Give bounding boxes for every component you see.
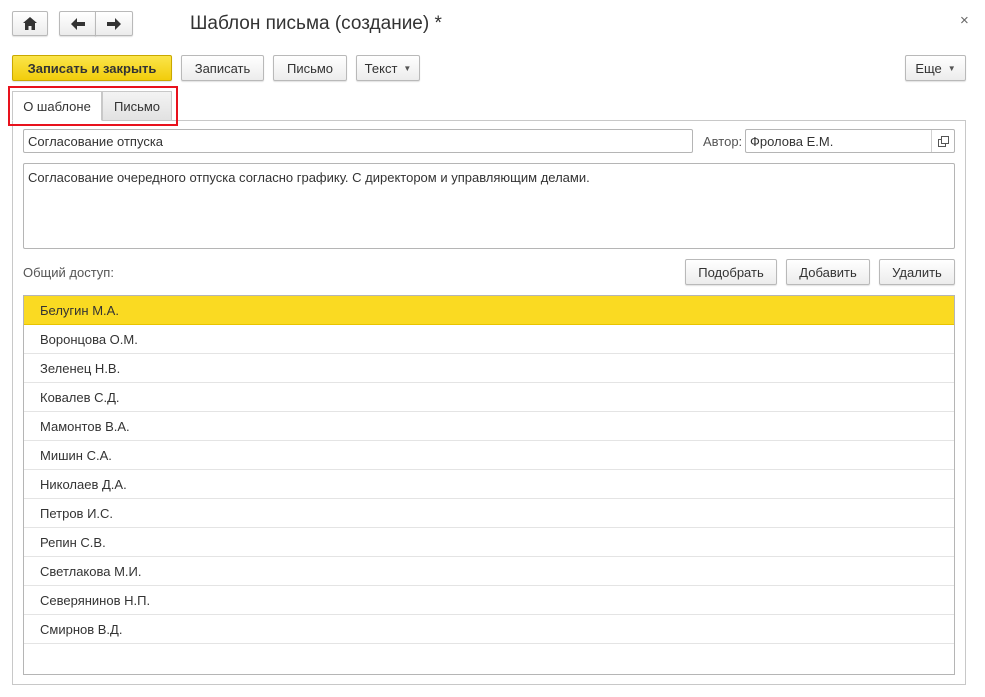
list-item[interactable]: Белугин М.А.: [24, 296, 954, 325]
more-dropdown-label: Еще: [915, 60, 942, 76]
list-item[interactable]: Зеленец Н.В.: [24, 354, 954, 383]
tab-label: О шаблоне: [23, 98, 91, 114]
shared-access-list[interactable]: Белугин М.А. Воронцова О.М. Зеленец Н.В.…: [23, 295, 955, 675]
letter-button[interactable]: Письмо: [273, 55, 347, 81]
list-item[interactable]: Ковалев С.Д.: [24, 383, 954, 412]
arrow-left-icon: [70, 17, 85, 30]
list-item[interactable]: Мишин С.А.: [24, 441, 954, 470]
description-textarea[interactable]: Согласование очередного отпуска согласно…: [23, 163, 955, 249]
back-button[interactable]: [59, 11, 96, 36]
text-dropdown-label: Текст: [364, 60, 398, 76]
list-item[interactable]: Смирнов В.Д.: [24, 615, 954, 644]
list-item[interactable]: Воронцова О.М.: [24, 325, 954, 354]
more-dropdown-button[interactable]: Еще ▼: [905, 55, 966, 81]
tab-about-template[interactable]: О шаблоне: [12, 91, 102, 121]
window-title: Шаблон письма (создание) *: [190, 13, 442, 34]
list-item[interactable]: Светлакова М.И.: [24, 557, 954, 586]
text-dropdown-button[interactable]: Текст ▼: [356, 55, 420, 81]
list-item[interactable]: Мамонтов В.А.: [24, 412, 954, 441]
pick-button[interactable]: Подобрать: [685, 259, 777, 285]
add-button[interactable]: Добавить: [786, 259, 870, 285]
open-icon[interactable]: [931, 130, 954, 152]
tab-label: Письмо: [113, 98, 161, 114]
home-button[interactable]: [12, 11, 48, 36]
list-item[interactable]: Репин С.В.: [24, 528, 954, 557]
save-and-close-button[interactable]: Записать и закрыть: [12, 55, 172, 81]
caret-down-icon: ▼: [947, 63, 956, 73]
tab-letter[interactable]: Письмо: [102, 91, 172, 121]
caret-down-icon: ▼: [403, 63, 412, 73]
list-item[interactable]: Северянинов Н.П.: [24, 586, 954, 615]
list-item[interactable]: Николаев Д.А.: [24, 470, 954, 499]
list-item[interactable]: Петров И.С.: [24, 499, 954, 528]
subject-field[interactable]: Согласование отпуска: [23, 129, 693, 153]
author-label: Автор:: [703, 134, 743, 149]
author-value: Фролова Е.М.: [750, 134, 834, 149]
delete-button[interactable]: Удалить: [879, 259, 955, 285]
shared-access-label: Общий доступ:: [23, 265, 114, 280]
home-icon: [23, 17, 37, 30]
forward-button[interactable]: [95, 11, 133, 36]
save-button[interactable]: Записать: [181, 55, 264, 81]
arrow-right-icon: [107, 17, 121, 30]
author-field[interactable]: Фролова Е.М.: [745, 129, 955, 153]
close-icon[interactable]: ×: [960, 12, 969, 29]
